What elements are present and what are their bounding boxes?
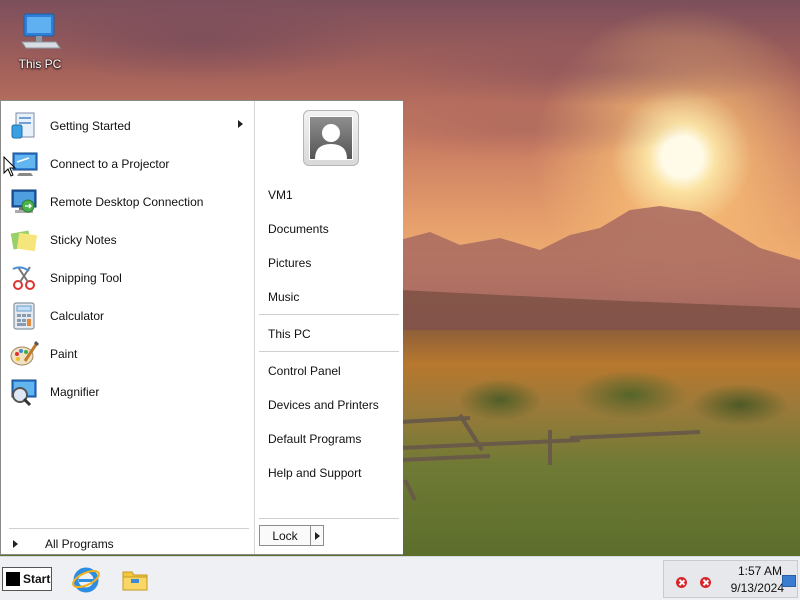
system-tray: 1:57 AM 9/13/2024 [663, 560, 798, 598]
places-separator-2 [259, 351, 399, 352]
link-music[interactable]: Music [268, 290, 299, 304]
lock-button[interactable]: Lock [259, 525, 311, 546]
mouse-cursor-icon [3, 156, 17, 177]
program-getting-started[interactable]: Getting Started [7, 107, 251, 145]
taskbar: Start 1:57 AM 9/13/2024 [0, 556, 800, 600]
all-programs-arrow-icon [13, 540, 18, 548]
places-separator-1 [259, 314, 399, 315]
user-picture[interactable] [303, 110, 359, 166]
program-list: Getting Started Connect to a Projector R… [7, 107, 251, 411]
link-pictures[interactable]: Pictures [268, 256, 311, 270]
start-menu: Getting Started Connect to a Projector R… [0, 100, 403, 555]
start-menu-places-pane: VM1 Documents Pictures Music This PC Con… [254, 101, 403, 554]
desktop-icon-label: This PC [18, 57, 62, 71]
link-control-panel[interactable]: Control Panel [268, 364, 341, 378]
volume-error-icon[interactable] [700, 577, 711, 588]
program-calculator[interactable]: Calculator [7, 297, 251, 335]
program-sticky-notes[interactable]: Sticky Notes [7, 221, 251, 259]
getting-started-icon [7, 109, 41, 143]
lock-options-arrow-button[interactable] [310, 525, 324, 546]
program-remote-desktop[interactable]: Remote Desktop Connection [7, 183, 251, 221]
snipping-tool-icon [7, 261, 41, 295]
file-explorer-icon[interactable] [119, 564, 151, 594]
magnifier-icon [7, 375, 41, 409]
program-paint[interactable]: Paint [7, 335, 251, 373]
wallpaper-fence [400, 413, 701, 501]
user-avatar-icon [309, 116, 353, 160]
desktop-icon-this-pc[interactable]: This PC [12, 8, 68, 71]
start-button[interactable]: Start [2, 567, 52, 591]
clock-date[interactable]: 9/13/2024 [714, 581, 784, 595]
program-snipping-tool[interactable]: Snipping Tool [7, 259, 251, 297]
start-label: Start [23, 572, 51, 586]
sticky-notes-icon [7, 223, 41, 257]
internet-explorer-icon[interactable] [70, 564, 102, 594]
program-magnifier[interactable]: Magnifier [7, 373, 251, 411]
link-this-pc[interactable]: This PC [268, 327, 311, 341]
start-logo-icon [6, 572, 20, 586]
notification-icon[interactable] [782, 575, 796, 587]
link-documents[interactable]: Documents [268, 222, 329, 236]
link-default-programs[interactable]: Default Programs [268, 432, 361, 446]
link-user-folder[interactable]: VM1 [268, 188, 293, 202]
left-pane-separator [9, 528, 249, 529]
all-programs-label: All Programs [45, 537, 114, 551]
calculator-icon [7, 299, 41, 333]
paint-icon [7, 337, 41, 371]
program-connect-projector[interactable]: Connect to a Projector [7, 145, 251, 183]
start-menu-programs-pane: Getting Started Connect to a Projector R… [1, 101, 253, 554]
submenu-arrow-icon [238, 120, 243, 128]
places-separator-3 [259, 518, 399, 519]
link-devices-printers[interactable]: Devices and Printers [268, 398, 379, 412]
network-error-icon[interactable] [676, 577, 687, 588]
clock-time[interactable]: 1:57 AM [722, 564, 782, 578]
this-pc-icon [21, 13, 61, 49]
remote-desktop-icon [7, 185, 41, 219]
all-programs-button[interactable]: All Programs [7, 534, 247, 554]
link-help-support[interactable]: Help and Support [268, 466, 361, 480]
